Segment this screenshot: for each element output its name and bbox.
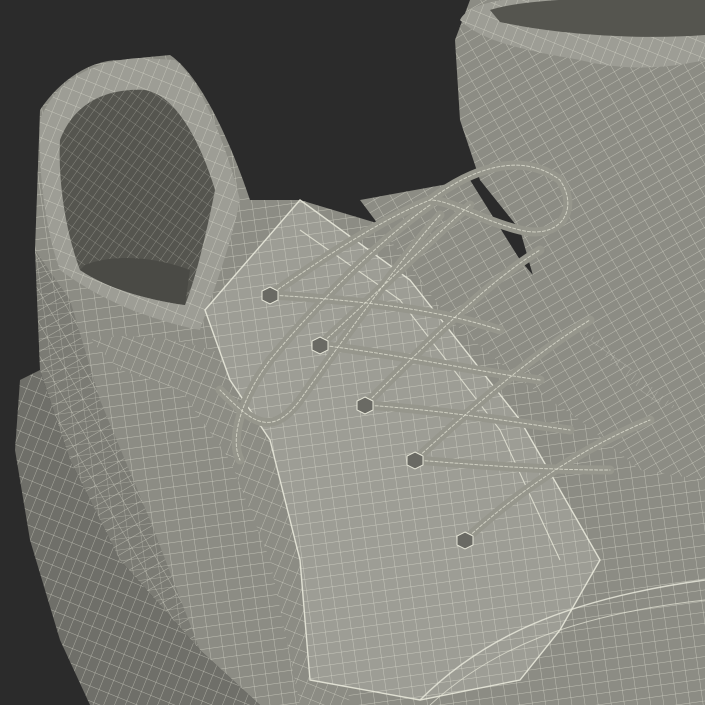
eyelet-icon <box>456 531 474 550</box>
eyelet-icon <box>406 451 424 470</box>
shoe-render-canvas <box>0 0 705 705</box>
eyelet-icon <box>356 396 374 415</box>
eyelet-icon <box>261 286 279 305</box>
eyelet-icon <box>311 336 329 355</box>
